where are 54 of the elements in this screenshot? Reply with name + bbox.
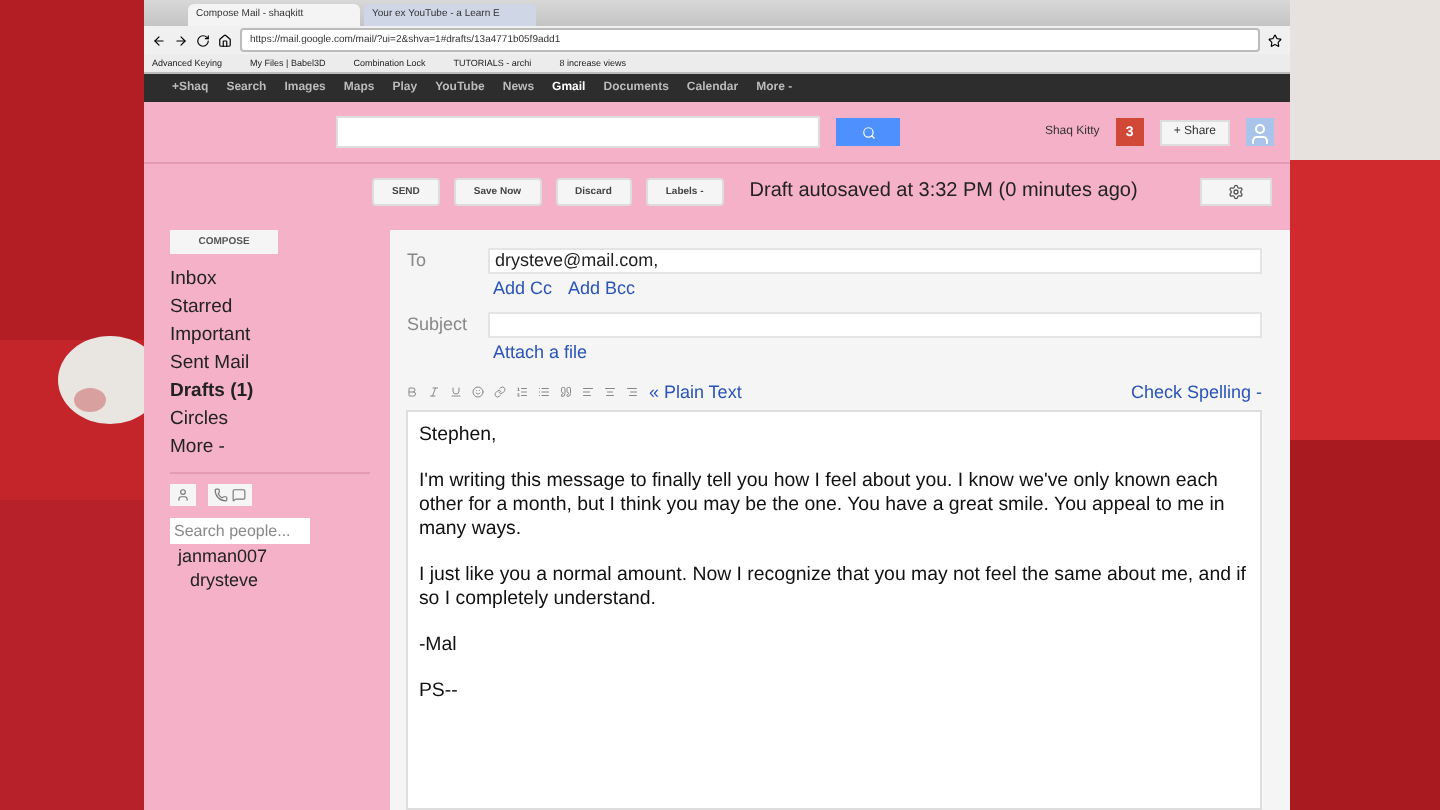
nav-item[interactable]: Sent Mail (170, 350, 391, 378)
to-label: To (406, 250, 428, 270)
subject-label: Subject (406, 314, 469, 334)
star-icon[interactable] (1268, 33, 1282, 47)
message-paragraph: -Mal (418, 634, 459, 658)
italic-icon[interactable] (428, 386, 441, 398)
message-paragraph: I'm writing this message to finally tell you how I feel about you. I know we've only known each other for a month, but I think you may be the one. You have a great smile. You appeal to me in many ways. (418, 470, 1227, 542)
bullet-list-icon[interactable] (538, 386, 551, 398)
emoji-icon[interactable] (472, 386, 485, 398)
message-paragraph: I just like you a normal amount. Now I recognize that you may not feel the same about me, and if so I completely understand. (418, 564, 1249, 612)
avatar[interactable] (1246, 118, 1274, 146)
phone-icon (214, 488, 228, 502)
search-icon (861, 125, 875, 139)
person-icon (176, 488, 190, 502)
message-paragraph: PS-- (418, 680, 460, 704)
to-field[interactable]: drysteve@mail.com, (488, 247, 1262, 273)
subject-field[interactable] (488, 311, 1262, 337)
contacts-button[interactable] (170, 484, 196, 506)
nav-item[interactable]: Circles (170, 406, 391, 434)
nav-item[interactable]: Important (170, 322, 391, 350)
numbered-list-icon[interactable] (516, 386, 529, 398)
add-cc-link[interactable]: Add Cc (492, 278, 552, 298)
align-left-icon[interactable] (582, 386, 595, 398)
call-button[interactable] (208, 484, 252, 506)
contact-item[interactable]: janman007 (178, 544, 391, 568)
quote-icon[interactable] (560, 386, 573, 398)
nav-item[interactable]: Inbox (170, 266, 391, 294)
align-right-icon[interactable] (626, 386, 639, 398)
chat-icon (232, 488, 246, 502)
person-icon (1248, 122, 1272, 146)
settings-icon (1228, 183, 1244, 199)
attach-link[interactable]: Attach a file (492, 342, 587, 362)
forward-icon[interactable] (174, 33, 188, 47)
nav-item[interactable]: More - (170, 434, 391, 462)
settings-button[interactable] (1200, 177, 1272, 205)
nav-item[interactable]: Starred (170, 294, 391, 322)
bold-icon[interactable] (406, 386, 419, 398)
back-icon[interactable] (152, 33, 166, 47)
align-center-icon[interactable] (604, 386, 617, 398)
people-search-field[interactable]: Search people... (170, 518, 310, 544)
nav-item[interactable]: Drafts (1) (170, 378, 391, 406)
home-icon[interactable] (218, 33, 232, 47)
message-paragraph: Stephen, (418, 424, 499, 448)
add-bcc-link[interactable]: Add Bcc (567, 278, 635, 298)
underline-icon[interactable] (450, 386, 463, 398)
search-button[interactable] (836, 118, 900, 146)
contact-item[interactable]: drysteve (190, 568, 391, 592)
check-spelling-link[interactable]: Check Spelling - (1130, 382, 1262, 402)
plain-text-link[interactable]: « Plain Text (648, 382, 742, 402)
link-icon[interactable] (494, 386, 507, 398)
search-field[interactable] (336, 116, 820, 148)
reload-icon[interactable] (196, 33, 210, 47)
draft-status: Draft autosaved at 3:32 PM (0 minutes ago) (749, 180, 1138, 202)
message-body[interactable] (406, 410, 1262, 810)
